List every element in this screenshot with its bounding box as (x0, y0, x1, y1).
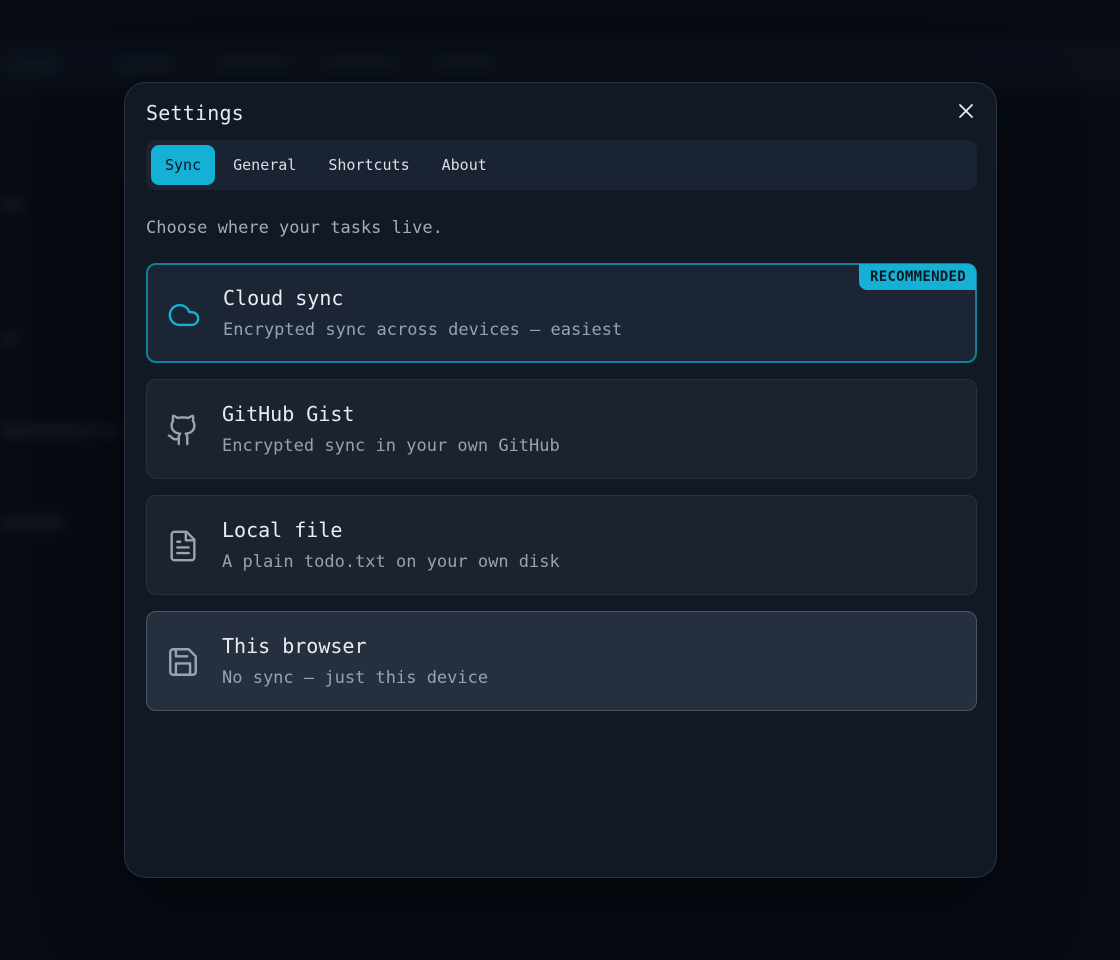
option-cloud-sync[interactable]: RECOMMENDED Cloud sync Encrypted sync ac… (146, 263, 977, 363)
option-description: No sync — just this device (222, 668, 489, 688)
option-title: This browser (222, 634, 367, 658)
github-icon (166, 413, 200, 447)
option-description: A plain todo.txt on your own disk (222, 552, 560, 572)
cloud-icon (167, 298, 201, 332)
tab-about[interactable]: About (428, 145, 501, 185)
option-description: Encrypted sync in your own GitHub (222, 436, 560, 456)
close-icon (959, 104, 973, 118)
file-text-icon (166, 529, 200, 563)
settings-dialog: Settings Sync General Shortcuts About Ch… (124, 82, 997, 878)
option-local-file[interactable]: Local file A plain todo.txt on your own … (146, 495, 977, 595)
dialog-title: Settings (146, 101, 244, 125)
option-this-browser[interactable]: This browser No sync — just this device (146, 611, 977, 711)
tab-sync[interactable]: Sync (151, 145, 216, 185)
option-title: Local file (222, 518, 343, 542)
tab-shortcuts[interactable]: Shortcuts (314, 145, 423, 185)
tab-general[interactable]: General (219, 145, 310, 185)
option-github-gist[interactable]: GitHub Gist Encrypted sync in your own G… (146, 379, 977, 479)
option-title: Cloud sync (223, 286, 344, 310)
recommended-badge: RECOMMENDED (858, 264, 976, 290)
sync-options-list: RECOMMENDED Cloud sync Encrypted sync ac… (146, 263, 977, 727)
option-description: Encrypted sync across devices — easiest (223, 320, 623, 340)
option-title: GitHub Gist (222, 402, 355, 426)
intro-text: Choose where your tasks live. (146, 218, 443, 238)
settings-tabs: Sync General Shortcuts About (146, 140, 977, 190)
floppy-disk-icon (166, 645, 200, 679)
close-button[interactable] (954, 99, 978, 123)
